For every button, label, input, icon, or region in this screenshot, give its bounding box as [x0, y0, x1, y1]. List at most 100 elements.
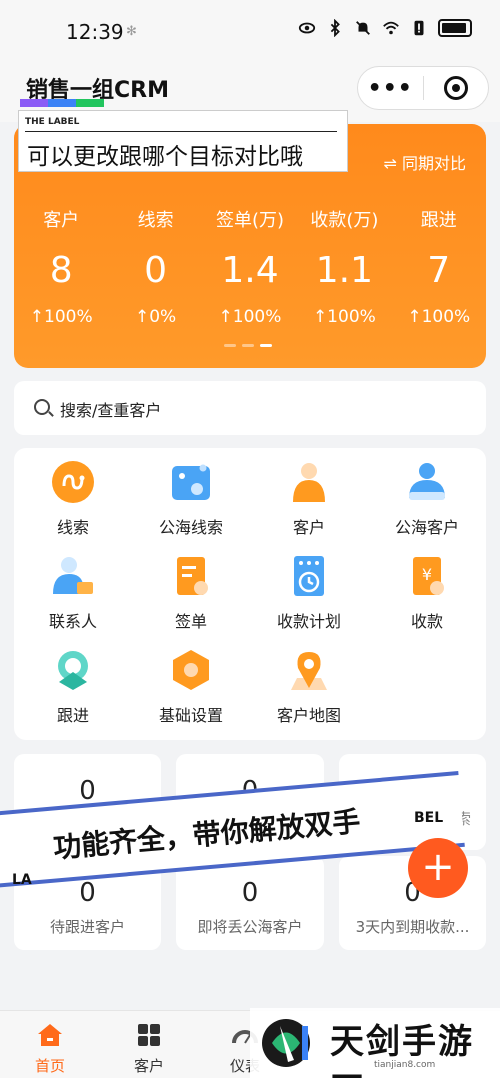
status-time: 12:39 [66, 20, 124, 44]
stat-customers[interactable]: 客户 8 ↑100% [14, 206, 108, 327]
menu-item-leads[interactable]: 线索 [14, 448, 132, 542]
stat-label: 客户 [43, 210, 80, 231]
stat-change: ↑0% [134, 307, 177, 327]
public-customer-icon [409, 463, 445, 500]
contract-icon [177, 557, 208, 595]
menu-label: 联系人 [48, 612, 97, 631]
settings-icon [173, 650, 209, 690]
carousel-dot-active [260, 344, 272, 347]
color-block [20, 99, 48, 107]
stat-change: ↑100% [312, 307, 376, 327]
watermark-logo-icon [262, 1019, 310, 1067]
compare-button[interactable]: ⇌ 同期对比 [384, 150, 467, 174]
leads-icon [52, 461, 94, 503]
menu-label: 签单 [174, 612, 207, 631]
alert-icon [414, 20, 424, 36]
menu-item-payments[interactable]: ¥ 收款 [368, 542, 486, 636]
watermark-url: tianjian8.com [374, 1060, 436, 1070]
svg-text:¥: ¥ [422, 565, 432, 584]
stat-label: 线索 [137, 210, 174, 231]
carousel-indicator [224, 344, 272, 347]
label-divider [25, 131, 337, 132]
payment-plan-icon [294, 556, 324, 596]
menu-label: 公海线索 [158, 518, 223, 537]
mute-bell-icon [356, 21, 370, 35]
stat-label: 签单(万) [215, 210, 284, 231]
target-icon [443, 76, 468, 100]
menu-label: 客户 [292, 518, 325, 537]
menu-label: 跟进 [56, 706, 89, 725]
stat-change: ↑100% [407, 307, 471, 327]
stat-payments[interactable]: 收款(万) 1.1 ↑100% [297, 206, 391, 327]
tab-label: 首页 [34, 1057, 65, 1075]
color-strip [20, 99, 104, 107]
stat-change: ↑100% [218, 307, 282, 327]
stat-label: 收款(万) [310, 210, 379, 231]
menu-item-followups[interactable]: 跟进 [14, 636, 132, 730]
public-leads-icon [172, 464, 210, 500]
grid-icon [138, 1024, 160, 1046]
stat-value: 0 [144, 250, 168, 291]
color-block [76, 99, 104, 107]
stat-value: 7 [427, 250, 451, 291]
add-button[interactable]: + [408, 838, 468, 898]
status-icons [298, 19, 472, 37]
label-overlay: THE LABEL 可以更改跟哪个目标对比哦 [18, 110, 348, 172]
menu-item-public-leads[interactable]: 公海线索 [132, 448, 250, 542]
tab-label: 客户 [133, 1057, 164, 1075]
stat-change: ↑100% [29, 307, 93, 327]
color-block [48, 99, 76, 107]
menu-label: 基础设置 [158, 706, 223, 725]
eye-icon [298, 22, 316, 34]
status-dot: ✻ [126, 24, 137, 39]
mini-program-capsule: ••• [357, 66, 489, 110]
home-icon [38, 1024, 62, 1046]
todo-card-public-pool-soon[interactable]: 0 即将丢公海客户 [176, 856, 324, 950]
menu-item-map[interactable]: 客户地图 [250, 636, 368, 730]
todo-label: 即将丢公海客户 [197, 918, 303, 936]
stat-contracts[interactable]: 签单(万) 1.4 ↑100% [203, 206, 297, 327]
stat-value: 8 [49, 250, 73, 291]
carousel-dot [242, 344, 254, 347]
contact-icon [53, 557, 93, 594]
menu-item-customers[interactable]: 客户 [250, 448, 368, 542]
label-text: 可以更改跟哪个目标对比哦 [27, 144, 303, 170]
status-bar: 12:39 ✻ [0, 0, 500, 62]
menu-item-contacts[interactable]: 联系人 [14, 542, 132, 636]
followup-icon [58, 651, 88, 690]
menu-label: 收款计划 [276, 612, 341, 631]
stats-row: 客户 8 ↑100% 线索 0 ↑0% 签单(万) 1.4 ↑100% 收款(万… [14, 206, 486, 327]
stat-value: 1.4 [221, 250, 279, 291]
menu-item-payment-plan[interactable]: 收款计划 [250, 542, 368, 636]
close-button[interactable] [424, 76, 489, 100]
menu-item-contracts[interactable]: 签单 [132, 542, 250, 636]
banner-text: 功能齐全，带你解放双手 [51, 804, 362, 865]
todo-value: 0 [241, 878, 259, 908]
todo-label: 3天内到期收款... [355, 918, 470, 936]
todo-label: 待跟进客户 [49, 918, 125, 936]
menu-item-public-customers[interactable]: 公海客户 [368, 448, 486, 542]
watermark: 天剑手游网 tianjian8.com [250, 1008, 500, 1078]
label-small: THE LABEL [25, 117, 80, 127]
more-button[interactable]: ••• [358, 76, 423, 101]
search-bar[interactable]: 搜索/查重客户 [14, 381, 486, 435]
stat-followups[interactable]: 跟进 7 ↑100% [392, 206, 486, 327]
customer-icon [293, 463, 325, 502]
banner-left-tag: LA [12, 872, 32, 888]
tab-customers[interactable]: 客户 [104, 1023, 194, 1076]
search-icon [34, 399, 50, 415]
stat-value: 1.1 [315, 250, 373, 291]
battery-icon [438, 19, 472, 37]
menu-grid: 线索 公海线索 客户 公海客户 联系人 签单 收款计划 ¥ 收款 跟进 基础设置… [14, 448, 486, 740]
search-input[interactable]: 搜索/查重客户 [60, 397, 161, 421]
menu-label: 客户地图 [276, 706, 341, 725]
menu-label: 线索 [56, 518, 89, 537]
bluetooth-icon [330, 19, 340, 37]
tab-home[interactable]: 首页 [5, 1023, 95, 1076]
stat-label: 跟进 [420, 210, 457, 231]
menu-item-settings[interactable]: 基础设置 [132, 636, 250, 730]
wifi-icon [383, 21, 399, 35]
map-pin-icon [291, 652, 327, 690]
banner-right-tag: BEL [414, 810, 444, 826]
stat-leads[interactable]: 线索 0 ↑0% [108, 206, 202, 327]
